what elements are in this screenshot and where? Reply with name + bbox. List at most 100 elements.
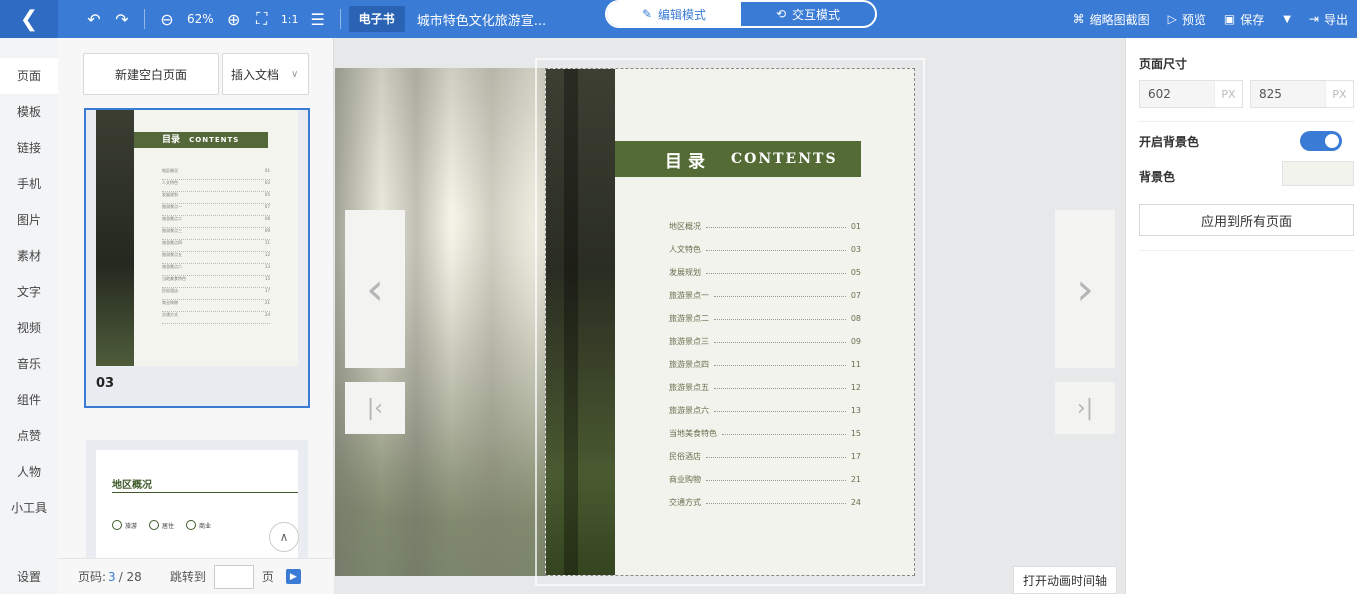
toc-row[interactable]: 民俗酒店 17 [669,445,861,468]
nav-item-template[interactable]: 模板 [0,94,58,130]
page-unit-label: 页 [261,570,274,584]
scroll-to-top-button[interactable]: ∧ [269,522,299,552]
divider [1139,250,1354,251]
nav-item-settings[interactable]: 设置 [0,568,58,594]
fit-screen-icon[interactable]: ⛶ [248,0,276,38]
chevron-down-icon[interactable]: ▼ [1283,14,1291,25]
nav-item-like[interactable]: 点赞 [0,418,58,454]
nav-item-music[interactable]: 音乐 [0,346,58,382]
nav-item-component[interactable]: 组件 [0,382,58,418]
page-thumbnail-03[interactable]: 目录 CONTENTS 地区概况 01 人文特色 03 发展规划 05 旅游景点一 07 旅游景… [84,108,310,408]
toc-row[interactable]: 旅游景点一 07 [669,284,861,307]
zoom-out-icon[interactable]: ⊖ [153,0,181,38]
toc-header-band[interactable]: 目录 CONTENTS [615,141,861,177]
open-animation-timeline-button[interactable]: 打开动画时间轴 [1013,566,1117,594]
save-button[interactable]: ▣ 保存 ▼ [1215,11,1300,28]
nav-item-video[interactable]: 视频 [0,310,58,346]
preview-button[interactable]: ▷ 预览 [1159,11,1215,28]
nav-item-phone[interactable]: 手机 [0,166,58,202]
export-button[interactable]: ⇥ 导出 [1300,11,1357,28]
thumb-toc-page: 15 [264,276,270,281]
page-height-value: 825 [1259,87,1282,101]
prev-page-button[interactable]: ‹ [345,210,405,368]
thumb-band-cn: 目录 [162,135,181,145]
editor-canvas[interactable]: 目录 CONTENTS 地区概况 01 人文特色 03 发展规划 05 旅游景点一 07 旅游景… [335,38,1125,594]
toc-row-page: 09 [850,337,861,346]
interactive-mode-button[interactable]: ⟲ 交互模式 [741,2,875,26]
redo-icon[interactable]: ↷ [108,0,136,38]
nav-item-text[interactable]: 文字 [0,274,58,310]
thumb-toc-row: 发展规划 05 [162,192,270,204]
toc-row[interactable]: 旅游景点四 11 [669,353,861,376]
back-button[interactable]: ❮ [0,0,58,38]
pager-current: 3 [108,569,116,584]
toc-title-cn: 目录 [665,151,711,172]
document-title[interactable]: 城市特色文化旅游宣... [417,10,577,29]
first-page-button[interactable]: |‹ [345,382,405,434]
thumb-toc-page: 05 [264,192,270,197]
chevron-down-icon[interactable]: ∨ [291,69,298,80]
new-blank-page-button[interactable]: 新建空白页面 [83,53,219,95]
thumbnail-label: 缩略图截图 [1089,12,1150,27]
undo-icon[interactable]: ↶ [80,0,108,38]
nav-item-material[interactable]: 素材 [0,238,58,274]
export-icon: ⇥ [1308,12,1319,26]
toc-leader-dots [714,319,846,320]
bg-color-swatch[interactable] [1282,161,1354,186]
thumb-toc-page: 08 [264,216,270,221]
toc-leader-dots [714,342,846,343]
apply-to-all-pages-button[interactable]: 应用到所有页面 [1139,204,1354,236]
toc-row-page: 08 [850,314,861,323]
thumb-toc-label: 发展规划 [162,192,178,197]
chevron-left-icon: ‹ [366,263,384,315]
ruler-icon[interactable]: ☰ [304,0,332,38]
nav-item-tools[interactable]: 小工具 [0,490,58,526]
toc-row[interactable]: 当地美食特色 15 [669,422,861,445]
toc-row-page: 11 [850,360,861,369]
export-label: 导出 [1323,12,1348,27]
toc-row[interactable]: 商业购物 21 [669,468,861,491]
thumbnail-screenshot-button[interactable]: ⌘ 缩略图截图 [1064,11,1159,28]
page-size-label: 页面尺寸 [1139,57,1188,71]
nav-item-people[interactable]: 人物 [0,454,58,490]
toc-row-label: 旅游景点五 [669,383,709,392]
toc-row[interactable]: 旅游景点二 08 [669,307,861,330]
thumb-toc-row: 旅游景点一 07 [162,204,270,216]
toc-row-page: 15 [850,429,861,438]
toc-row[interactable]: 旅游景点六 13 [669,399,861,422]
nav-item-image[interactable]: 图片 [0,202,58,238]
thumb-toc-row: 民俗酒店 17 [162,288,270,300]
actual-size-icon[interactable]: 1:1 [276,0,304,38]
toc-title-en: CONTENTS [731,151,838,167]
insert-document-label: 插入文档 [231,67,280,82]
nav-item-page[interactable]: 页面 [0,58,58,94]
toc-row[interactable]: 地区概况 01 [669,215,861,238]
toc-row[interactable]: 旅游景点三 09 [669,330,861,353]
interactive-mode-label: 交互模式 [792,7,841,22]
next-page-button[interactable]: › [1055,210,1115,368]
toc-row[interactable]: 人文特色 03 [669,238,861,261]
page-height-input[interactable]: 825 PX [1250,80,1354,108]
toc-row-label: 旅游景点二 [669,314,709,323]
jump-page-input[interactable] [213,564,254,589]
go-page-button[interactable]: ▶ [285,569,301,584]
page-width-input[interactable]: 602 PX [1139,80,1243,108]
nav-item-link[interactable]: 链接 [0,130,58,166]
toc-row[interactable]: 发展规划 05 [669,261,861,284]
edit-mode-button[interactable]: ✎ 编辑模式 [607,2,741,26]
screenshot-icon: ⌘ [1072,12,1085,26]
thumbnail-toc-list: 地区概况 01 人文特色 03 发展规划 05 旅游景点一 07 旅游景点二 08 旅游景点三 09 旅… [162,168,270,324]
toc-leader-dots [706,457,846,458]
toc-leader-dots [706,227,846,228]
thumb-toc-row: 旅游景点三 09 [162,228,270,240]
thumb-toc-page: 03 [264,180,270,185]
toc-leader-dots [706,273,846,274]
tourism-icon [112,520,122,530]
toc-row[interactable]: 交通方式 24 [669,491,861,514]
insert-document-button[interactable]: 插入文档 ∨ [222,53,309,95]
last-page-button[interactable]: ›| [1055,382,1115,434]
current-page[interactable]: 目录 CONTENTS 地区概况 01 人文特色 03 发展规划 05 旅游景点一 07 旅游景… [545,68,915,576]
toc-row[interactable]: 旅游景点五 12 [669,376,861,399]
bg-color-toggle[interactable] [1300,131,1342,151]
zoom-in-icon[interactable]: ⊕ [220,0,248,38]
